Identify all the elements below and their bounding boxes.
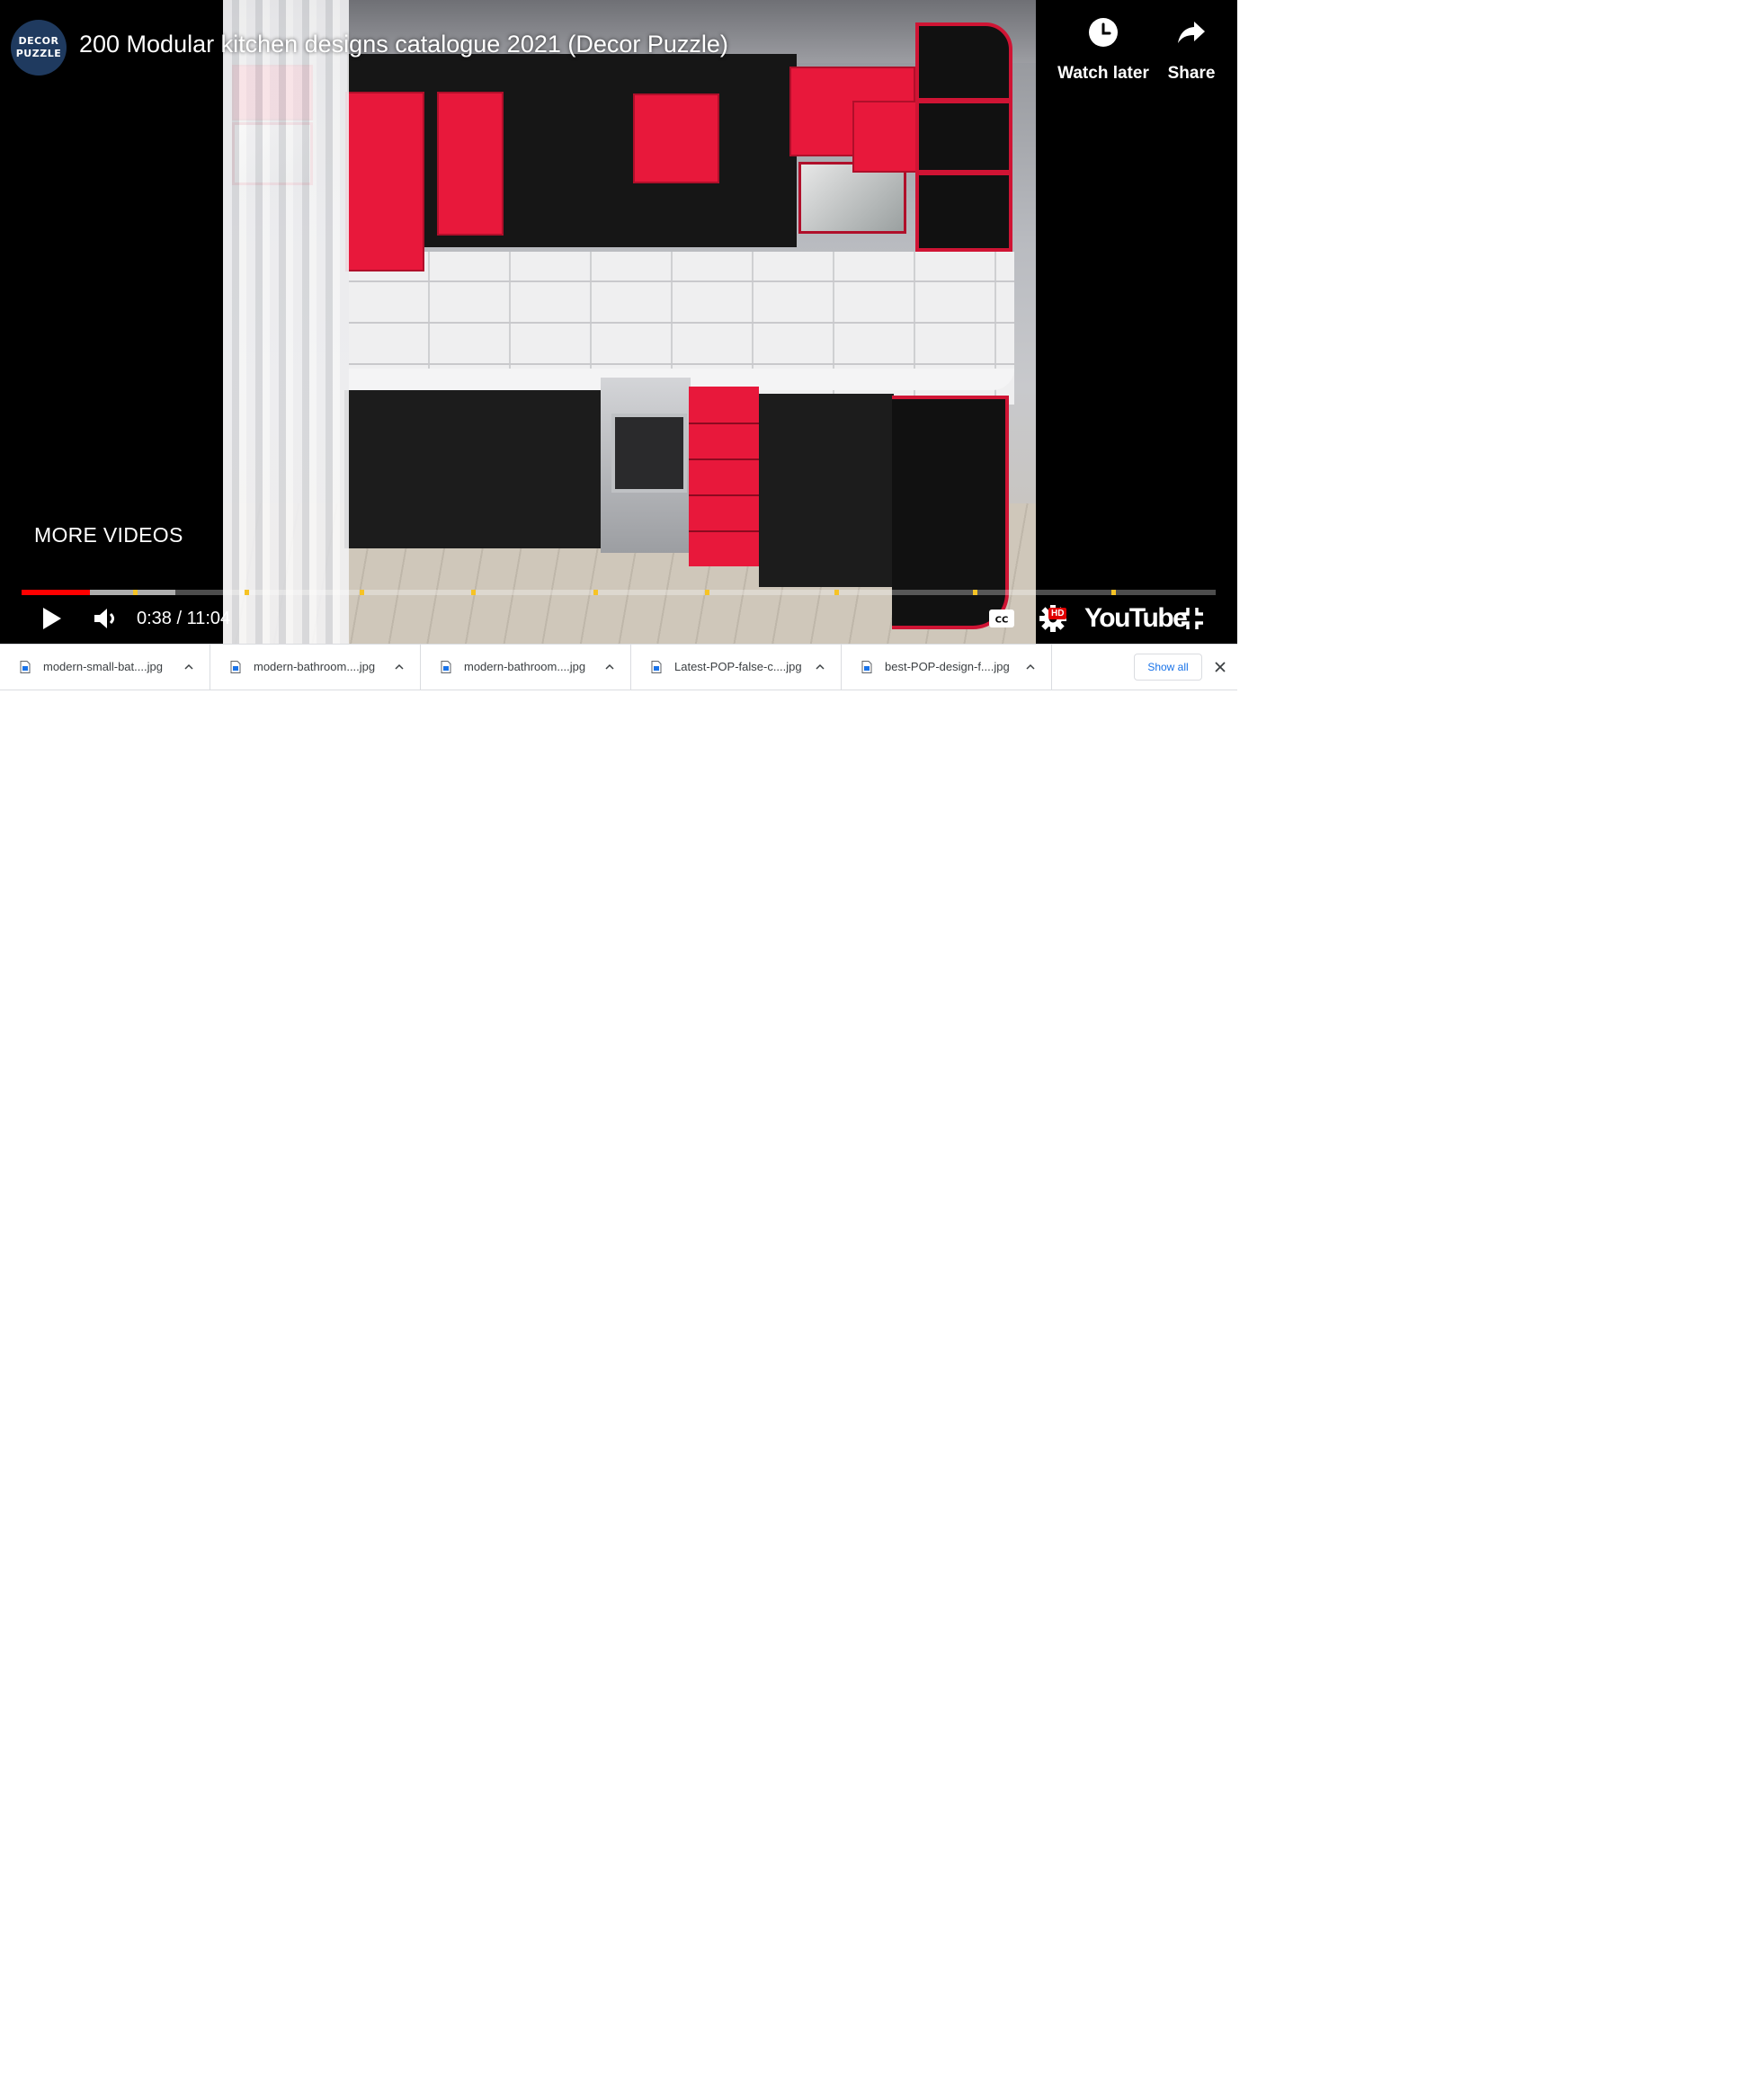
download-filename: modern-small-bat....jpg [43,660,163,673]
frame-red-cabinet [633,93,719,183]
download-filename: best-POP-design-f....jpg [885,660,1010,673]
close-icon[interactable] [1212,659,1228,675]
frame-base-cabinets [344,390,605,548]
share-label: Share [1167,64,1216,83]
play-icon [43,608,61,629]
frame-red-cabinet [437,92,504,236]
chapter-marker [593,590,598,595]
volume-button[interactable] [88,599,124,638]
frame-shelf [919,98,1009,103]
chapter-marker [471,590,476,595]
frame-tower-shelf [915,22,1012,252]
time-display: 0:38 / 11:04 [137,608,231,628]
progress-bar[interactable] [22,590,1216,595]
watch-later-label: Watch later [1057,64,1149,83]
download-item[interactable]: Latest-POP-false-c....jpg [631,645,842,690]
download-item[interactable]: modern-small-bat....jpg [0,645,210,690]
avatar-line2: PUZZLE [15,48,62,59]
frame-curtain [223,0,349,644]
cc-button[interactable]: CC [985,599,1018,638]
download-filename: Latest-POP-false-c....jpg [674,660,802,673]
cc-icon: CC [989,610,1014,627]
download-item[interactable]: modern-bathroom....jpg [210,645,421,690]
avatar-line1: DECOR [18,35,59,47]
chapter-marker [245,590,249,595]
download-filename: modern-bathroom....jpg [464,660,586,673]
download-item[interactable]: modern-bathroom....jpg [421,645,631,690]
youtube-logo[interactable]: YouTube [1084,599,1188,638]
chapter-marker [360,590,364,595]
file-icon [861,661,872,673]
download-item[interactable]: best-POP-design-f....jpg [842,645,1052,690]
exit-fullscreen-button[interactable] [1174,599,1210,638]
chevron-up-icon[interactable] [183,662,194,672]
file-icon [651,661,662,673]
chevron-up-icon[interactable] [815,662,825,672]
frame-oven-door [611,414,687,493]
frame-base-cabinets [759,394,894,587]
file-icon [20,661,31,673]
more-videos-button[interactable]: MORE VIDEOS [34,523,183,547]
video-title[interactable]: 200 Modular kitchen designs catalogue 20… [79,31,728,58]
chevron-up-icon[interactable] [1025,662,1036,672]
watch-later-button[interactable]: Watch later [1054,16,1153,84]
video-player[interactable]: DECOR PUZZLE 200 Modular kitchen designs… [0,0,1237,644]
exit-fullscreen-icon [1182,608,1203,629]
chapter-marker [1111,590,1116,595]
hd-badge: HD [1048,608,1067,619]
downloads-bar: modern-small-bat....jpg modern-bathroom.… [0,644,1237,690]
share-button[interactable]: Share [1142,16,1237,84]
chapter-marker [973,590,977,595]
file-icon [230,661,241,673]
chevron-up-icon[interactable] [394,662,405,672]
svg-text:CC: CC [995,616,1009,626]
show-all-button[interactable]: Show all [1134,654,1202,681]
file-icon [441,661,451,673]
progress-played [22,590,90,595]
frame-shelf [919,170,1009,175]
frame-red-cabinet [345,92,424,271]
chapter-marker [705,590,709,595]
frame-red-drawers [689,387,759,566]
share-icon [1178,22,1205,43]
play-button[interactable] [36,599,68,638]
download-filename: modern-bathroom....jpg [254,660,376,673]
volume-icon [94,609,114,628]
chevron-up-icon[interactable] [604,662,615,672]
watch-later-icon [1089,18,1118,47]
video-frame[interactable] [223,0,1036,644]
chapter-marker [834,590,839,595]
channel-avatar[interactable]: DECOR PUZZLE [11,20,67,76]
chapter-marker [133,590,138,595]
frame-glass-cabinet [798,162,906,234]
